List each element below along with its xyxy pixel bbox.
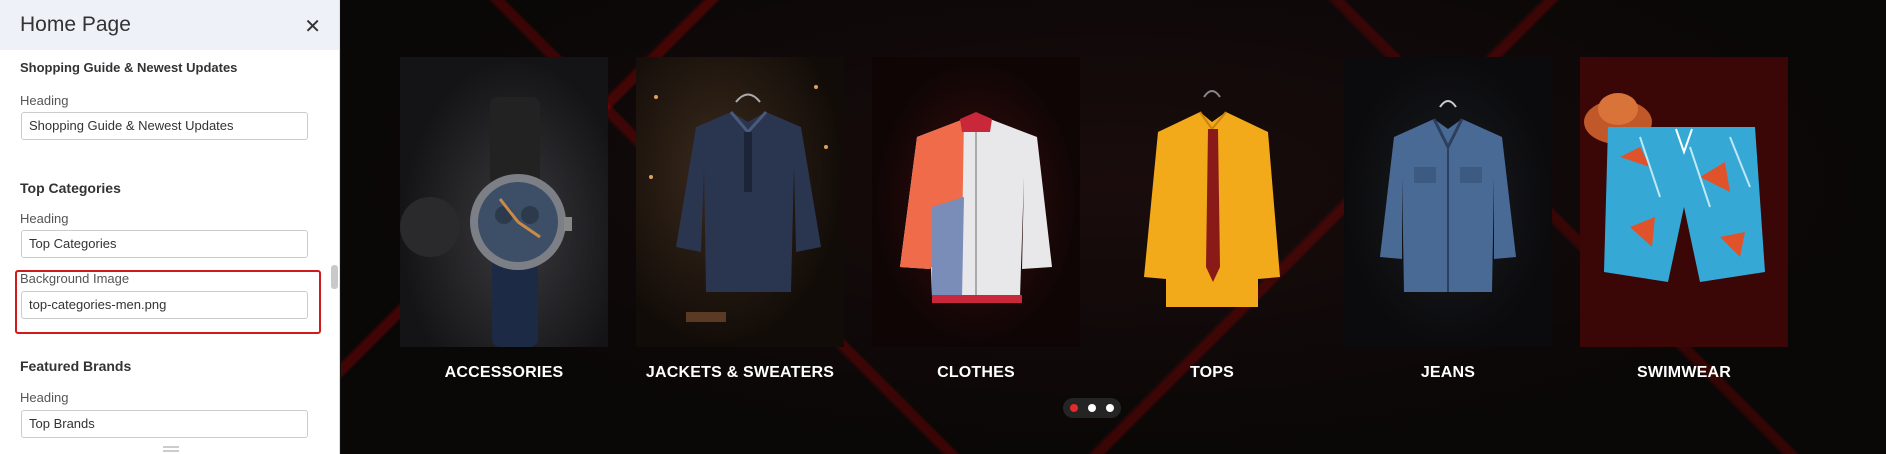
carousel-pagination xyxy=(1063,398,1121,418)
category-image xyxy=(1108,57,1316,347)
category-card-swimwear[interactable] xyxy=(1580,57,1788,347)
top-categories-preview: ACCESSORIES JACKETS & SWEATERS CLOTHES T… xyxy=(341,0,1886,454)
panel-title: Home Page xyxy=(20,13,131,36)
jacket-icon xyxy=(649,85,828,322)
category-label[interactable]: SWIMWEAR xyxy=(1580,364,1788,382)
swim-shorts-icon xyxy=(1584,93,1765,282)
featured-brands-heading-input[interactable]: Top Brands xyxy=(21,410,308,438)
heading-label: Heading xyxy=(20,93,69,108)
denim-jacket-icon xyxy=(1380,100,1516,292)
category-card-jackets-sweaters[interactable] xyxy=(636,57,844,347)
carousel-dot-1[interactable] xyxy=(1070,404,1078,412)
category-card-clothes[interactable] xyxy=(872,57,1080,347)
panel-header: Home Page ✕ xyxy=(0,0,339,50)
background-image-label: Background Image xyxy=(20,271,130,286)
carousel-dot-3[interactable] xyxy=(1106,404,1114,412)
category-image xyxy=(1580,57,1788,347)
heading-label: Heading xyxy=(20,390,69,405)
category-card-jeans[interactable] xyxy=(1344,57,1552,347)
category-image xyxy=(400,57,608,347)
shirt-icon xyxy=(1144,90,1280,307)
jacket-icon xyxy=(900,112,1052,303)
category-label[interactable]: CLOTHES xyxy=(872,364,1080,382)
shopping-guide-heading-input[interactable]: Shopping Guide & Newest Updates xyxy=(21,112,308,140)
category-label[interactable]: JACKETS & SWEATERS xyxy=(636,364,844,382)
category-label[interactable]: JEANS xyxy=(1344,364,1552,382)
category-image xyxy=(1344,57,1552,347)
category-image xyxy=(872,57,1080,347)
carousel-dot-2[interactable] xyxy=(1088,404,1096,412)
section-title: Shopping Guide & Newest Updates xyxy=(20,60,238,75)
panel-body: Shopping Guide & Newest Updates Heading … xyxy=(0,50,339,454)
section-title-featured-brands: Featured Brands xyxy=(20,358,132,374)
section-title-top-categories: Top Categories xyxy=(20,180,121,196)
category-image xyxy=(636,57,844,347)
heading-label: Heading xyxy=(20,211,69,226)
category-card-tops[interactable] xyxy=(1108,57,1316,347)
close-icon[interactable]: ✕ xyxy=(304,14,321,39)
watch-icon xyxy=(400,97,572,347)
top-categories-heading-input[interactable]: Top Categories xyxy=(21,230,308,258)
resize-grip-icon[interactable] xyxy=(163,446,179,452)
scrollbar-thumb[interactable] xyxy=(331,265,338,289)
background-image-input[interactable]: top-categories-men.png xyxy=(21,291,308,319)
category-label[interactable]: TOPS xyxy=(1108,364,1316,382)
category-card-accessories[interactable] xyxy=(400,57,608,347)
category-label[interactable]: ACCESSORIES xyxy=(400,364,608,382)
editor-panel: Home Page ✕ Shopping Guide & Newest Upda… xyxy=(0,0,340,454)
